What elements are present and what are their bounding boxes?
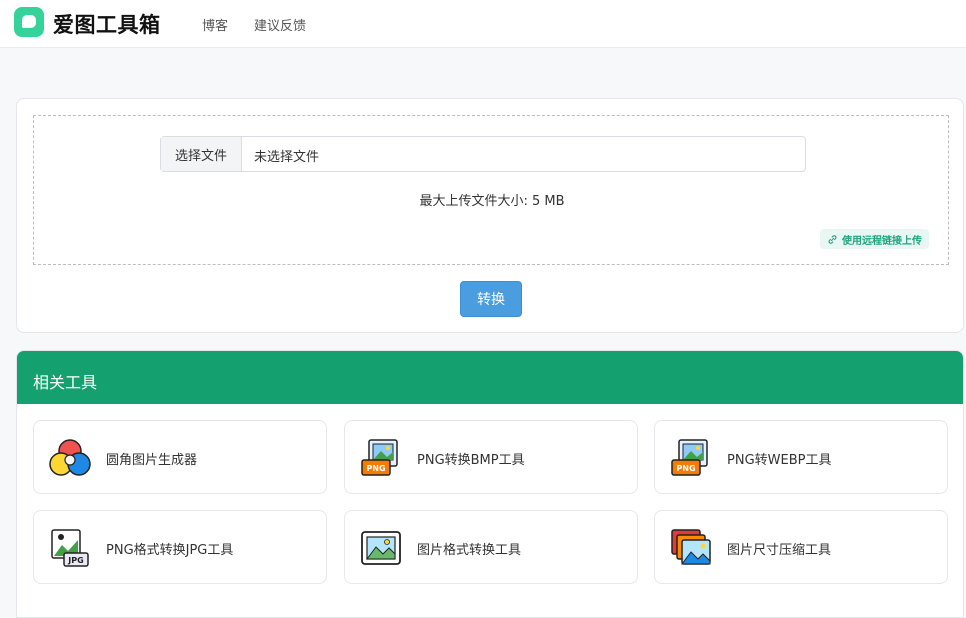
tool-label: 圆角图片生成器 (106, 453, 198, 468)
link-icon (828, 234, 837, 244)
brand-title[interactable]: 爱图工具箱 (53, 9, 161, 39)
related-tools-header: 相关工具 (17, 351, 963, 404)
convert-button[interactable]: 转换 (460, 281, 522, 317)
svg-text:PNG: PNG (676, 464, 695, 473)
tool-label: PNG转换BMP工具 (417, 453, 525, 468)
jpg-file-icon: JPG (51, 529, 89, 567)
remote-url-upload-link[interactable]: 使用远程链接上传 (820, 229, 929, 249)
tool-label: 图片尺寸压缩工具 (727, 543, 832, 558)
tool-label: PNG格式转换JPG工具 (106, 543, 234, 558)
tool-card-png-to-bmp[interactable]: PNG PNG转换BMP工具 (344, 420, 638, 494)
stacked-images-icon (671, 529, 711, 565)
nav-feedback-link[interactable]: 建议反馈 (254, 15, 306, 34)
file-name-text: 未选择文件 (254, 150, 320, 165)
logo-icon[interactable] (14, 7, 44, 37)
max-upload-size-text: 最大上传文件大小: 5 MB (419, 194, 565, 209)
file-input[interactable]: 选择文件 未选择文件 (160, 136, 806, 172)
related-tools-title: 相关工具 (33, 373, 98, 392)
svg-text:JPG: JPG (67, 556, 83, 565)
tool-card-image-format-converter[interactable]: 图片格式转换工具 (344, 510, 638, 584)
choose-file-button[interactable]: 选择文件 (161, 137, 242, 171)
related-tools-card: 相关工具 圆角图片生成器 PNG PNG转换BMP工具 PNG PNG转WEBP… (16, 350, 964, 618)
tool-card-png-to-jpg[interactable]: JPG PNG格式转换JPG工具 (33, 510, 327, 584)
top-navbar: 爱图工具箱 博客 建议反馈 (0, 0, 966, 48)
png-file-icon: PNG (361, 439, 398, 476)
tool-label: 图片格式转换工具 (417, 543, 522, 558)
nav-blog-link[interactable]: 博客 (202, 15, 228, 34)
tool-card-image-size-compressor[interactable]: 图片尺寸压缩工具 (654, 510, 948, 584)
upload-dropzone[interactable]: 选择文件 未选择文件 最大上传文件大小: 5 MB 使用远程链接上传 (33, 115, 949, 265)
remote-url-upload-label: 使用远程链接上传 (842, 235, 922, 247)
upload-card: 选择文件 未选择文件 最大上传文件大小: 5 MB 使用远程链接上传 转换 (16, 98, 964, 333)
tool-label: PNG转WEBP工具 (727, 453, 832, 468)
svg-text:PNG: PNG (366, 464, 385, 473)
color-wheel-icon (49, 439, 91, 476)
tool-card-png-to-webp[interactable]: PNG PNG转WEBP工具 (654, 420, 948, 494)
png-file-icon: PNG (671, 439, 708, 476)
tool-card-rounded-image-generator[interactable]: 圆角图片生成器 (33, 420, 327, 494)
picture-frame-icon (361, 531, 401, 565)
